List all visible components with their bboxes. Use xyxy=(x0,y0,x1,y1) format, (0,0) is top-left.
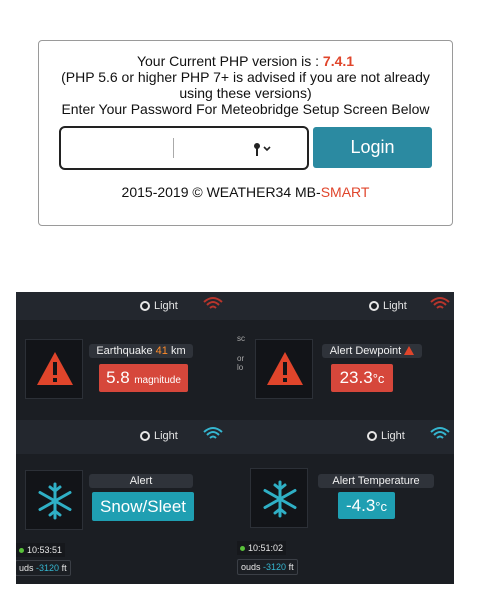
login-card: Your Current PHP version is : 7.4.1 (PHP… xyxy=(38,40,453,226)
light-label: Light xyxy=(383,300,407,312)
warning-triangle-icon xyxy=(267,352,303,385)
php-version-number: 7.4.1 xyxy=(322,53,355,69)
dewpoint-icon-box xyxy=(255,339,313,399)
light-dot-icon xyxy=(140,431,150,441)
temperature-panel: Light Alert Temperature -4.3°c 10:51:02 … xyxy=(235,410,454,584)
snowflake-icon xyxy=(38,482,72,520)
php-version-prefix: Your Current PHP version is : xyxy=(136,53,323,69)
password-input[interactable] xyxy=(67,136,167,160)
earthquake-unit: magnitude xyxy=(134,375,181,386)
wifi-icon xyxy=(430,297,450,309)
copyright-footer: 2015-2019 © WEATHER34 MB-SMART xyxy=(39,184,452,200)
dewpoint-value-box: 23.3°c xyxy=(331,364,393,392)
snow-value: Snow/Sleet xyxy=(100,497,186,516)
password-field[interactable] xyxy=(59,126,309,170)
online-dot-icon xyxy=(19,548,24,554)
snow-icon-box xyxy=(25,470,83,530)
status-time-left: 10:53:51 xyxy=(16,543,66,557)
cloud-base-left: uds -3120 ft xyxy=(16,560,71,576)
online-dot-icon xyxy=(240,546,245,552)
light-label: Light xyxy=(154,300,178,312)
earthquake-label: Earthquake 41 km xyxy=(89,344,193,358)
copyright-text: 2015-2019 © WEATHER34 MB- xyxy=(121,184,321,200)
key-icon[interactable] xyxy=(249,140,273,158)
temperature-unit: °c xyxy=(375,499,387,514)
wifi-icon xyxy=(430,427,450,439)
cloud-base-right: ouds -3120 ft xyxy=(237,559,298,575)
earthquake-magnitude: 5.8 xyxy=(106,368,130,387)
light-label: Light xyxy=(381,430,405,442)
snow-value-box: Snow/Sleet xyxy=(92,492,194,521)
light-toggle[interactable]: Light xyxy=(367,430,405,442)
light-dot-icon xyxy=(367,431,377,441)
snow-panel: Light Alert Snow/Sleet 10:53:51 uds -312… xyxy=(16,410,235,584)
dewpoint-unit: °c xyxy=(372,371,385,386)
warning-triangle-icon xyxy=(37,352,73,385)
panel-topbar xyxy=(235,420,454,454)
snow-label: Alert xyxy=(89,474,193,488)
temperature-icon-box xyxy=(250,468,308,528)
light-dot-icon xyxy=(369,301,379,311)
dewpoint-label: Alert Dewpoint xyxy=(322,344,422,358)
snowflake-icon xyxy=(263,480,297,518)
php-version-line: Your Current PHP version is : 7.4.1 xyxy=(39,53,452,69)
copyright-brand: SMART xyxy=(320,184,370,200)
earthquake-icon-box xyxy=(25,339,83,399)
temperature-value: -4.3 xyxy=(346,496,376,515)
light-toggle[interactable]: Light xyxy=(140,430,178,442)
dewpoint-title: Alert Dewpoint xyxy=(329,345,402,357)
earthquake-distance-unit: km xyxy=(170,345,186,357)
earthquake-title: Earthquake xyxy=(96,345,153,357)
light-toggle[interactable]: Light xyxy=(369,300,407,312)
temperature-label: Alert Temperature xyxy=(318,474,434,488)
panel-topbar xyxy=(235,292,454,320)
login-form: Login xyxy=(59,126,432,170)
light-toggle[interactable]: Light xyxy=(140,300,178,312)
php-advice-line2: using these versions) xyxy=(179,85,312,101)
field-divider xyxy=(173,138,174,158)
earthquake-value-box: 5.8 magnitude xyxy=(99,364,188,392)
password-prompt: Enter Your Password For Meteobridge Setu… xyxy=(61,101,430,117)
earthquake-distance: 41 xyxy=(155,345,168,357)
weather-panels: Light Earthquake 41 km 5.8 magnitude sc … xyxy=(16,292,454,584)
wifi-icon xyxy=(203,427,223,439)
light-dot-icon xyxy=(140,301,150,311)
clipped-side-text: sc or lo xyxy=(237,334,245,372)
light-label: Light xyxy=(154,430,178,442)
status-time-right: 10:51:02 xyxy=(237,541,287,555)
login-button[interactable]: Login xyxy=(313,127,432,168)
warning-small-icon xyxy=(404,346,415,355)
dewpoint-value: 23.3 xyxy=(339,368,373,387)
temperature-value-box: -4.3°c xyxy=(338,492,395,519)
php-advice-line1: (PHP 5.6 or higher PHP 7+ is advised if … xyxy=(61,69,430,85)
wifi-icon xyxy=(203,297,223,309)
